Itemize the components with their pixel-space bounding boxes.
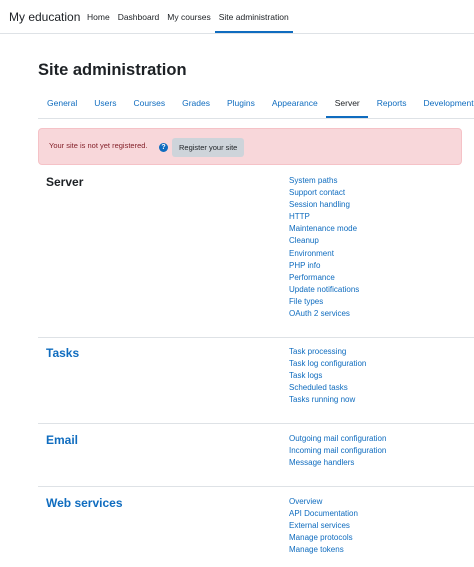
page-title: Site administration [38,61,187,79]
primary-navigation: Home Dashboard My courses Site administr… [83,0,293,33]
link-message-handlers[interactable]: Message handlers [289,457,386,469]
help-icon[interactable]: ? [159,143,168,152]
tab-general[interactable]: General [38,90,85,118]
link-api-documentation[interactable]: API Documentation [289,508,358,520]
site-brand[interactable]: My education [9,10,80,24]
admin-tabs: General Users Courses Grades Plugins App… [38,90,474,119]
nav-dashboard[interactable]: Dashboard [114,0,164,33]
tab-server[interactable]: Server [325,90,368,118]
tab-courses[interactable]: Courses [124,90,173,118]
section-tasks: Tasks Task processing Task log configura… [38,346,474,410]
section-divider [38,337,474,338]
link-session-handling[interactable]: Session handling [289,199,359,211]
top-navbar: My education Home Dashboard My courses S… [0,0,474,34]
server-links: System paths Support contact Session han… [289,175,359,320]
link-manage-tokens[interactable]: Manage tokens [289,544,358,556]
tab-development[interactable]: Development [415,90,474,118]
link-external-services[interactable]: External services [289,520,358,532]
web-services-links: Overview API Documentation External serv… [289,496,358,556]
link-manage-protocols[interactable]: Manage protocols [289,532,358,544]
section-title-web-services[interactable]: Web services [46,496,123,510]
section-title-tasks[interactable]: Tasks [46,346,79,360]
tab-reports[interactable]: Reports [368,90,415,118]
tab-users[interactable]: Users [85,90,124,118]
nav-home[interactable]: Home [83,0,114,33]
link-outgoing-mail-configuration[interactable]: Outgoing mail configuration [289,433,386,445]
link-environment[interactable]: Environment [289,248,359,260]
link-task-processing[interactable]: Task processing [289,346,366,358]
nav-site-administration[interactable]: Site administration [214,0,293,33]
nav-my-courses[interactable]: My courses [163,0,214,33]
registration-alert: Your site is not yet registered. ? Regis… [38,128,462,165]
link-task-logs[interactable]: Task logs [289,370,366,382]
link-tasks-running-now[interactable]: Tasks running now [289,394,366,406]
link-php-info[interactable]: PHP info [289,260,359,272]
section-title-email[interactable]: Email [46,433,78,447]
link-performance[interactable]: Performance [289,272,359,284]
register-site-button[interactable]: Register your site [172,138,245,157]
tab-grades[interactable]: Grades [173,90,218,118]
link-http[interactable]: HTTP [289,211,359,223]
alert-message: Your site is not yet registered. [49,141,148,150]
section-server: Server System paths Support contact Sess… [38,175,474,325]
tab-appearance[interactable]: Appearance [263,90,326,118]
link-incoming-mail-configuration[interactable]: Incoming mail configuration [289,445,386,457]
section-web-services: Web services Overview API Documentation … [38,496,474,560]
section-divider [38,486,474,487]
section-title-server: Server [46,175,84,189]
link-scheduled-tasks[interactable]: Scheduled tasks [289,382,366,394]
tab-plugins[interactable]: Plugins [218,90,263,118]
link-task-log-configuration[interactable]: Task log configuration [289,358,366,370]
link-overview[interactable]: Overview [289,496,358,508]
link-update-notifications[interactable]: Update notifications [289,284,359,296]
tasks-links: Task processing Task log configuration T… [289,346,366,406]
link-file-types[interactable]: File types [289,296,359,308]
link-cleanup[interactable]: Cleanup [289,235,359,247]
email-links: Outgoing mail configuration Incoming mai… [289,433,386,469]
link-oauth2-services[interactable]: OAuth 2 services [289,308,359,320]
link-support-contact[interactable]: Support contact [289,187,359,199]
section-email: Email Outgoing mail configuration Incomi… [38,433,474,473]
section-divider [38,423,474,424]
link-maintenance-mode[interactable]: Maintenance mode [289,223,359,235]
link-system-paths[interactable]: System paths [289,175,359,187]
